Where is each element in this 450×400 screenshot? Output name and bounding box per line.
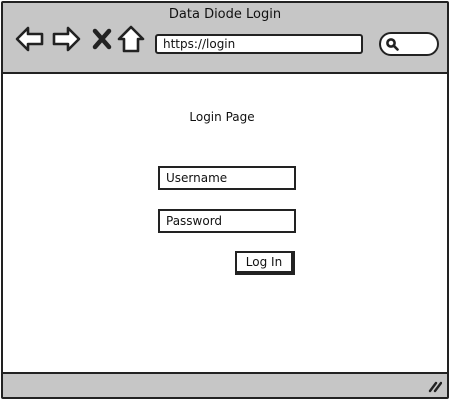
stop-button[interactable] <box>91 25 113 53</box>
login-button[interactable]: Log In <box>235 251 295 275</box>
resize-grip-icon <box>428 381 442 393</box>
close-icon <box>92 28 112 50</box>
home-button[interactable] <box>117 25 145 53</box>
browser-window: Data Diode Login https://login Login Pag… <box>1 1 449 399</box>
password-field[interactable]: Password <box>158 209 296 233</box>
magnifier-icon <box>386 38 399 51</box>
resize-handle[interactable] <box>428 379 442 393</box>
search-box[interactable] <box>379 32 439 56</box>
address-bar[interactable]: https://login <box>155 34 363 54</box>
home-icon <box>117 25 145 53</box>
forward-button[interactable] <box>51 25 81 53</box>
arrow-left-icon <box>15 26 44 52</box>
browser-toolbar: Data Diode Login https://login <box>3 3 447 74</box>
arrow-right-icon <box>52 26 81 52</box>
back-button[interactable] <box>15 25 45 53</box>
username-field[interactable]: Username <box>158 166 296 190</box>
window-title: Data Diode Login <box>168 7 282 22</box>
status-bar <box>3 372 447 397</box>
page-title: Login Page <box>189 110 255 124</box>
page-content: Login Page Username Password Log In <box>3 76 447 372</box>
